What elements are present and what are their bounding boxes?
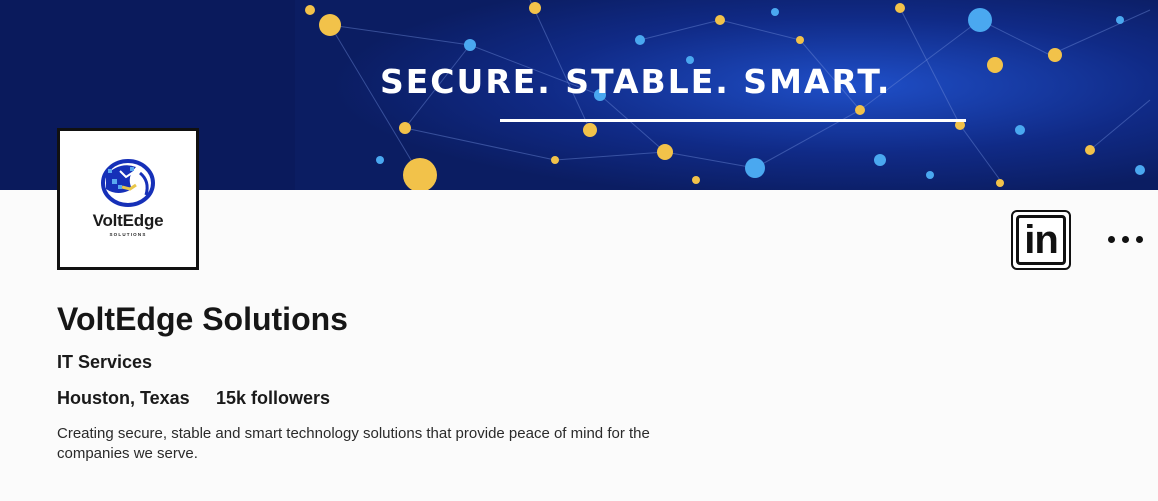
more-options-button[interactable] bbox=[1100, 226, 1150, 252]
followers-count[interactable]: 15k followers bbox=[216, 388, 330, 409]
more-options-icon bbox=[1107, 235, 1115, 243]
banner-tagline: SECURE. STABLE. SMART. bbox=[380, 62, 892, 101]
logo-wordmark: VoltEdge bbox=[92, 211, 164, 230]
linkedin-button[interactable]: in bbox=[1011, 210, 1071, 270]
tagline-underline bbox=[500, 119, 966, 122]
linkedin-icon: in bbox=[1016, 215, 1066, 265]
company-description: Creating secure, stable and smart techno… bbox=[57, 425, 650, 462]
company-name: VoltEdge Solutions bbox=[57, 301, 348, 337]
more-options-icon bbox=[1135, 235, 1143, 243]
globe-icon bbox=[101, 159, 155, 207]
more-options-icon bbox=[1121, 235, 1129, 243]
industry-label: IT Services bbox=[57, 352, 153, 372]
logo-subtitle: SOLUTIONS bbox=[109, 232, 147, 237]
location-label: Houston, Texas bbox=[57, 388, 190, 408]
company-logo[interactable]: VoltEdge SOLUTIONS bbox=[57, 128, 199, 270]
